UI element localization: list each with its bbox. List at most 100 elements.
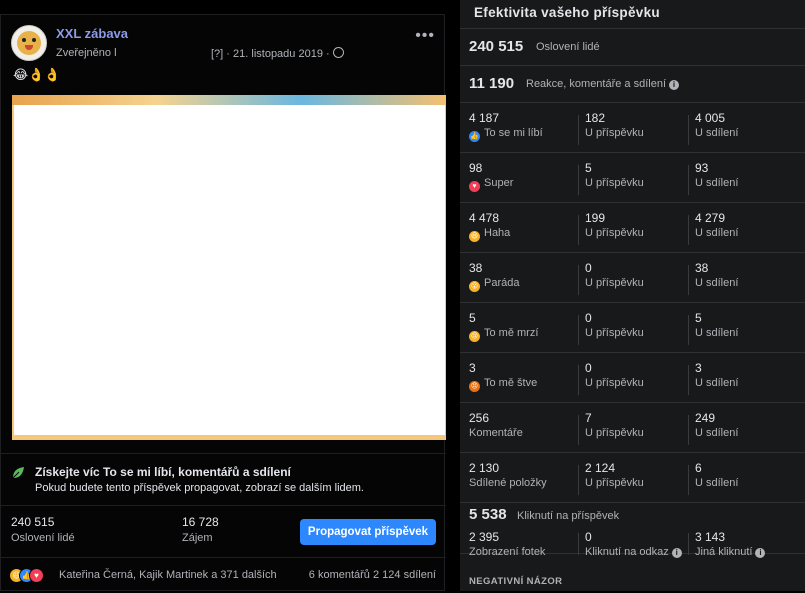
divider	[688, 315, 689, 345]
total-cell: 2 130 Sdílené položky	[469, 453, 574, 502]
total-label: Komentáře	[469, 427, 523, 439]
breakdown-row: 2 130 Sdílené položky 2 124 U příspěvku …	[460, 453, 805, 503]
breakdown-row: 38 😮 Paráda 0 U příspěvku 38 U sdílení	[460, 253, 805, 303]
total-value: 38	[469, 261, 483, 275]
total-label-wrap: Komentáře	[469, 427, 523, 439]
link-clicks-cell: 0 Kliknutí na odkaz i	[585, 522, 685, 571]
on-shares-label: U sdílení	[695, 327, 739, 339]
divider	[578, 115, 579, 145]
other-clicks-value: 3 143	[695, 530, 726, 544]
divider	[578, 533, 579, 555]
on-shares-value: 3	[695, 361, 702, 375]
on-shares-label: U sdílení	[695, 227, 739, 239]
post-card: XXL zábava Zveřejněno l [?] · 21. listop…	[0, 14, 446, 593]
shares-count[interactable]: 2 124 sdílení	[373, 569, 436, 581]
on-post-label: U příspěvku	[585, 227, 644, 239]
total-value: 4 478	[469, 211, 500, 225]
total-label: To se mi líbí	[484, 127, 543, 139]
reactors-names[interactable]: Kateřina Černá, Kajik Martinek a 371 dal…	[59, 569, 277, 581]
on-shares-cell: 93 U sdílení	[695, 153, 795, 202]
breakdown-row: 4 478 😆 Haha 199 U příspěvku 4 279 U sdíl…	[460, 203, 805, 253]
on-post-value: 5	[585, 161, 592, 175]
on-shares-cell: 4 005 U sdílení	[695, 103, 795, 152]
on-shares-value: 6	[695, 461, 702, 475]
page-name-link[interactable]: XXL zábava	[56, 26, 128, 41]
on-post-label: U příspěvku	[585, 177, 644, 189]
image-top-edge	[12, 95, 446, 105]
panel-reach-value: 240 515	[469, 38, 524, 55]
link-clicks-value: 0	[585, 530, 592, 544]
on-post-label: U příspěvku	[585, 127, 644, 139]
divider	[688, 115, 689, 145]
total-label-wrap: 😆 Haha	[469, 227, 510, 242]
image-redacted-area	[14, 105, 445, 435]
divider	[688, 465, 689, 495]
total-label-wrap: 😮 Paráda	[469, 277, 519, 292]
on-post-label: U příspěvku	[585, 427, 644, 439]
post-date[interactable]: 21. listopadu 2019	[233, 48, 323, 60]
divider	[688, 533, 689, 555]
meta-separator: ·	[326, 48, 330, 60]
photo-views-label: Zobrazení fotek	[469, 546, 546, 558]
info-icon[interactable]: i	[755, 548, 766, 558]
other-clicks-cell: 3 143 Jiná kliknutí i	[695, 522, 795, 571]
boost-description: Pokud budete tento příspěvek propagovat,…	[35, 482, 364, 494]
total-label-wrap: 👍 To se mi líbí	[469, 127, 543, 142]
on-post-label: U příspěvku	[585, 377, 644, 389]
divider	[578, 415, 579, 445]
link-clicks-label-wrap: Kliknutí na odkaz i	[585, 546, 682, 558]
total-value: 4 187	[469, 111, 500, 125]
on-shares-cell: 5 U sdílení	[695, 303, 795, 352]
post-stats: 240 515 Oslovení lidé 16 728 Zájem Propa…	[1, 505, 446, 558]
promote-post-button[interactable]: Propagovat příspěvek	[300, 519, 436, 545]
love-icon: ♥	[29, 568, 44, 583]
on-shares-label: U sdílení	[695, 127, 739, 139]
love-icon: ♥	[469, 181, 480, 192]
on-shares-cell: 38 U sdílení	[695, 253, 795, 302]
divider	[688, 265, 689, 295]
divider	[578, 465, 579, 495]
globe-icon	[332, 47, 344, 58]
breakdown-row: 4 187 👍 To se mi líbí 182 U příspěvku 4 0…	[460, 103, 805, 153]
post-image[interactable]	[12, 95, 446, 440]
total-value: 256	[469, 411, 490, 425]
reactions-bar: 😆 👍 ♥ Kateřina Černá, Kajik Martinek a 3…	[1, 557, 446, 593]
engagement-row: 11 190 Reakce, komentáře a sdílení i	[460, 66, 805, 103]
on-post-label: U příspěvku	[585, 477, 644, 489]
total-cell: 98 ♥ Super	[469, 153, 574, 202]
page-avatar[interactable]	[11, 25, 47, 61]
total-label: Haha	[484, 227, 511, 239]
panel-engagement-label: Reakce, komentáře a sdílení	[526, 78, 667, 90]
divider	[578, 265, 579, 295]
performance-panel: Efektivita vašeho příspěvku 240 515 Oslo…	[460, 0, 805, 591]
on-post-cell: 0 U příspěvku	[585, 303, 685, 352]
breakdown-row: 3 😠 To mě štve 0 U příspěvku 3 U sdílení	[460, 353, 805, 403]
leaf-icon	[12, 467, 24, 479]
total-value: 2 130	[469, 461, 500, 475]
total-label: Sdílené položky	[469, 477, 547, 489]
meta-separator: ·	[226, 48, 230, 60]
total-cell: 38 😮 Paráda	[469, 253, 574, 302]
comments-count[interactable]: 6 komentářů	[309, 569, 370, 581]
on-shares-cell: 3 U sdílení	[695, 353, 795, 402]
boost-title: Získejte víc To se mi líbí, komentářů a …	[35, 465, 291, 479]
engagement-label: Zájem	[182, 532, 213, 544]
other-clicks-label-wrap: Jiná kliknutí i	[695, 546, 766, 558]
clicks-label: Kliknutí na příspěvek	[517, 510, 620, 522]
panel-engagement-label-wrap: Reakce, komentáře a sdílení i	[526, 78, 680, 90]
total-value: 3	[469, 361, 476, 375]
on-post-cell: 199 U příspěvku	[585, 203, 685, 252]
info-icon[interactable]: i	[671, 548, 682, 558]
total-value: 98	[469, 161, 483, 175]
reaction-icons[interactable]: 😆 👍 ♥	[9, 568, 55, 583]
divider	[578, 215, 579, 245]
post-text: 😂👌👌	[13, 67, 61, 82]
sad-icon: 😢	[469, 331, 480, 342]
more-options-icon[interactable]: •••	[415, 27, 435, 45]
info-icon[interactable]: i	[669, 80, 680, 90]
divider	[578, 315, 579, 345]
negative-feedback-heading: NEGATIVNÍ NÁZOR	[469, 576, 563, 587]
on-post-label: U příspěvku	[585, 327, 644, 339]
help-mark[interactable]: [?]	[211, 48, 223, 60]
total-label-wrap: ♥ Super	[469, 177, 513, 192]
